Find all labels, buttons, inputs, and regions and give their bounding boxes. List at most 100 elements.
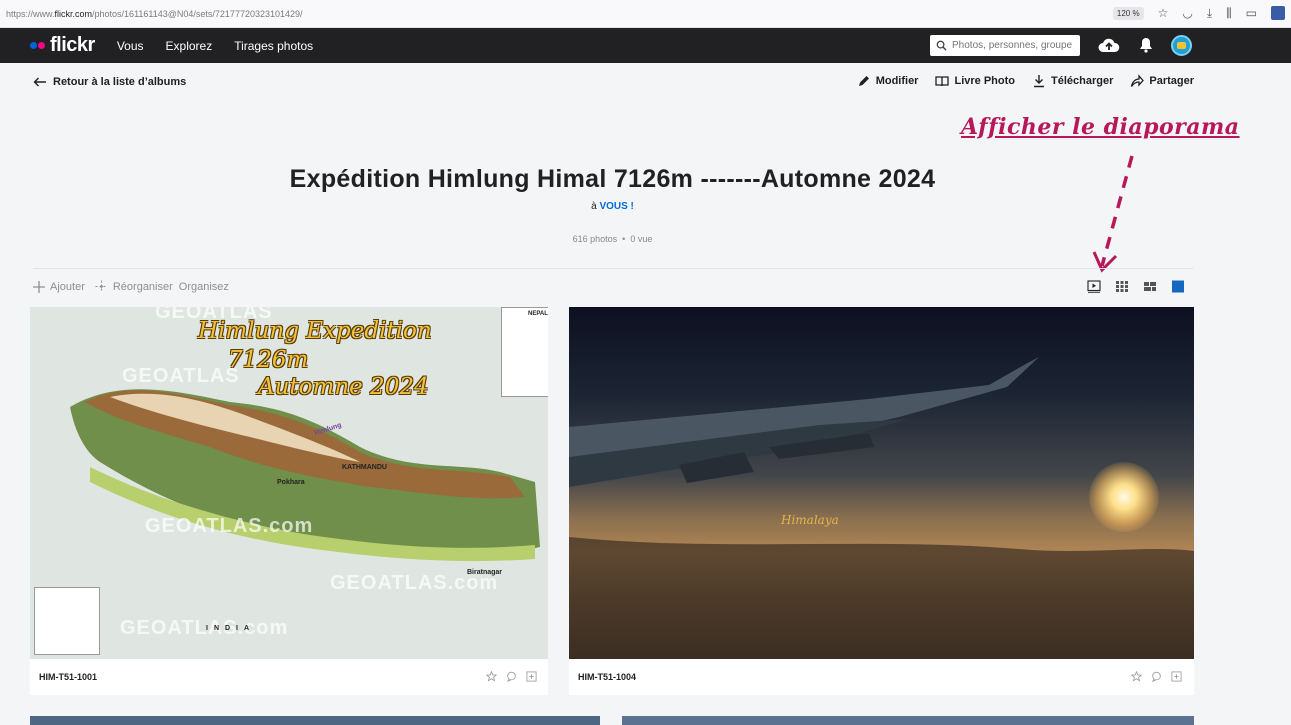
- add-to-gallery-icon[interactable]: [1171, 671, 1182, 682]
- bookmark-star-icon[interactable]: ☆: [1158, 6, 1169, 20]
- url-bar[interactable]: https://www.flickr.com/photos/161161143@…: [0, 9, 303, 19]
- arrow-left-icon: [33, 77, 46, 87]
- photo-card[interactable]: GEOATLAS GEOATLAS GEOATLAS.com GEOATLAS.…: [30, 307, 548, 695]
- pocket-icon[interactable]: ◡: [1182, 6, 1192, 20]
- map-label-pokhara: Pokhara: [277, 479, 305, 486]
- photo-thumbnail-map[interactable]: GEOATLAS GEOATLAS GEOATLAS.com GEOATLAS.…: [30, 307, 548, 659]
- extension-icon[interactable]: [1271, 6, 1285, 20]
- photo-overlay-text: Himalaya: [781, 513, 839, 527]
- logo-blue-dot: [30, 42, 37, 49]
- legend-title: NEPAL: [528, 311, 548, 317]
- nepal-map-image: GEOATLAS GEOATLAS GEOATLAS.com GEOATLAS.…: [30, 307, 548, 659]
- album-byline: à VOUS !: [0, 201, 1225, 212]
- view-count: 0 vue: [630, 234, 653, 244]
- logo-text: flickr: [50, 34, 95, 56]
- photo-caption[interactable]: HIM-T51-1001: [39, 672, 97, 682]
- download-button[interactable]: Télécharger: [1032, 74, 1113, 88]
- user-avatar[interactable]: [1171, 35, 1192, 56]
- share-button[interactable]: Partager: [1130, 74, 1194, 88]
- stats-separator: •: [622, 234, 626, 244]
- nav-link-vous[interactable]: Vous: [117, 39, 144, 53]
- map-label-capital: KATHMANDU: [342, 464, 387, 471]
- photo-count: 616 photos: [572, 234, 618, 244]
- share-arrow-icon: [1131, 74, 1145, 87]
- photo-actions: [1131, 671, 1182, 682]
- favorite-star-icon[interactable]: [1131, 671, 1142, 682]
- next-photo-thumbnail[interactable]: [30, 716, 600, 725]
- book-icon: [935, 76, 950, 87]
- comment-icon[interactable]: [1151, 671, 1162, 682]
- add-label: Ajouter: [50, 280, 85, 293]
- download-arrow-icon: [1033, 75, 1044, 88]
- reorder-label: Réorganiser: [112, 280, 173, 293]
- comment-icon[interactable]: [506, 671, 517, 682]
- wing-silhouette: [569, 357, 1194, 659]
- add-to-gallery-icon[interactable]: [526, 671, 537, 682]
- edit-label: Modifier: [875, 75, 919, 87]
- flickr-logo[interactable]: flickr: [30, 34, 95, 57]
- album-subheader: Retour à la liste d’albums Modifier Livr…: [0, 63, 1291, 103]
- search-box[interactable]: [930, 35, 1080, 56]
- zoom-level[interactable]: 120 %: [1112, 6, 1144, 20]
- album-title: Expédition Himlung Himal 7126m -------Au…: [289, 165, 936, 193]
- view-mode-switcher: [1087, 280, 1185, 293]
- url-prefix: https://www.: [6, 8, 55, 19]
- url-domain: flickr.com: [54, 8, 93, 19]
- justified-grid-view-icon[interactable]: [1143, 280, 1157, 293]
- library-icon[interactable]: ⫼: [1226, 6, 1232, 20]
- slideshow-annotation: Afficher le diaporama: [961, 114, 1240, 140]
- top-navigation: flickr Vous Explorez Tirages photos: [0, 28, 1291, 63]
- move-arrows-icon: [95, 280, 108, 293]
- add-button[interactable]: Ajouter: [33, 280, 85, 293]
- map-overlay-title-line2: 7126m: [228, 347, 309, 373]
- photo-book-label: Livre Photo: [954, 75, 1015, 87]
- map-overlay-title-line1: Himlung Expedition: [198, 318, 432, 344]
- byline-prefix: à: [591, 201, 597, 212]
- small-grid-view-icon[interactable]: [1115, 280, 1129, 293]
- nav-link-explorez[interactable]: Explorez: [166, 39, 213, 53]
- album-actions: Modifier Livre Photo Télécharger Partage…: [857, 74, 1194, 88]
- organize-link[interactable]: Organisez: [179, 281, 229, 293]
- pencil-icon: [858, 76, 869, 86]
- download-icon[interactable]: ⤓: [1207, 6, 1212, 20]
- map-overlay-title-line3: Automne 2024: [258, 374, 429, 400]
- map-legend: NEPAL: [501, 307, 548, 397]
- notifications-bell-icon[interactable]: [1139, 37, 1153, 53]
- map-label-region: INDIA: [206, 625, 256, 632]
- next-photo-thumbnail[interactable]: [622, 716, 1194, 725]
- edit-button[interactable]: Modifier: [857, 74, 919, 88]
- album-toolbar: Ajouter Réorganiser Organisez: [33, 280, 229, 293]
- plus-icon: [33, 280, 45, 293]
- photo-actions: [486, 671, 537, 682]
- search-input[interactable]: [952, 40, 1072, 51]
- photo-caption[interactable]: HIM-T51-1004: [578, 672, 636, 682]
- logo-pink-dot: [38, 42, 45, 49]
- map-label-city: Biratnagar: [467, 569, 503, 576]
- sidebar-icon[interactable]: ▭: [1246, 6, 1257, 20]
- photo-book-button[interactable]: Livre Photo: [935, 74, 1015, 88]
- upload-cloud-icon[interactable]: [1098, 37, 1120, 54]
- watermark-text: GEOATLAS: [122, 365, 240, 387]
- photo-thumbnail-wing[interactable]: Himalaya: [569, 307, 1194, 659]
- back-label: Retour à la liste d’albums: [53, 76, 187, 88]
- album-stats: 616 photos • 0 vue: [0, 234, 1225, 244]
- back-to-albums-link[interactable]: Retour à la liste d’albums: [33, 76, 186, 88]
- watermark-text: GEOATLAS.com: [145, 515, 314, 537]
- large-view-icon[interactable]: [1171, 280, 1185, 293]
- photo-card[interactable]: Himalaya HIM-T51-1004: [569, 307, 1194, 695]
- download-label: Télécharger: [1050, 75, 1114, 87]
- nav-link-tirages[interactable]: Tirages photos: [234, 39, 313, 53]
- browser-tools: 120 % ☆ ◡ ⤓ ⫼ ▭: [1112, 6, 1285, 20]
- header-divider: [33, 268, 1193, 269]
- watermark-text: GEOATLAS.com: [120, 617, 289, 639]
- browser-toolbar: https://www.flickr.com/photos/161161143@…: [0, 0, 1291, 28]
- share-label: Partager: [1149, 75, 1194, 87]
- favorite-star-icon[interactable]: [486, 671, 497, 682]
- slideshow-play-icon[interactable]: [1087, 280, 1101, 293]
- url-path: /photos/161161143@N04/sets/7217772032310…: [92, 8, 303, 19]
- album-owner-link[interactable]: VOUS !: [599, 201, 633, 212]
- map-inset: [34, 587, 100, 655]
- reorder-button[interactable]: Réorganiser: [95, 280, 173, 293]
- airplane-wing-photo: Himalaya: [569, 307, 1194, 659]
- search-icon: [936, 40, 947, 51]
